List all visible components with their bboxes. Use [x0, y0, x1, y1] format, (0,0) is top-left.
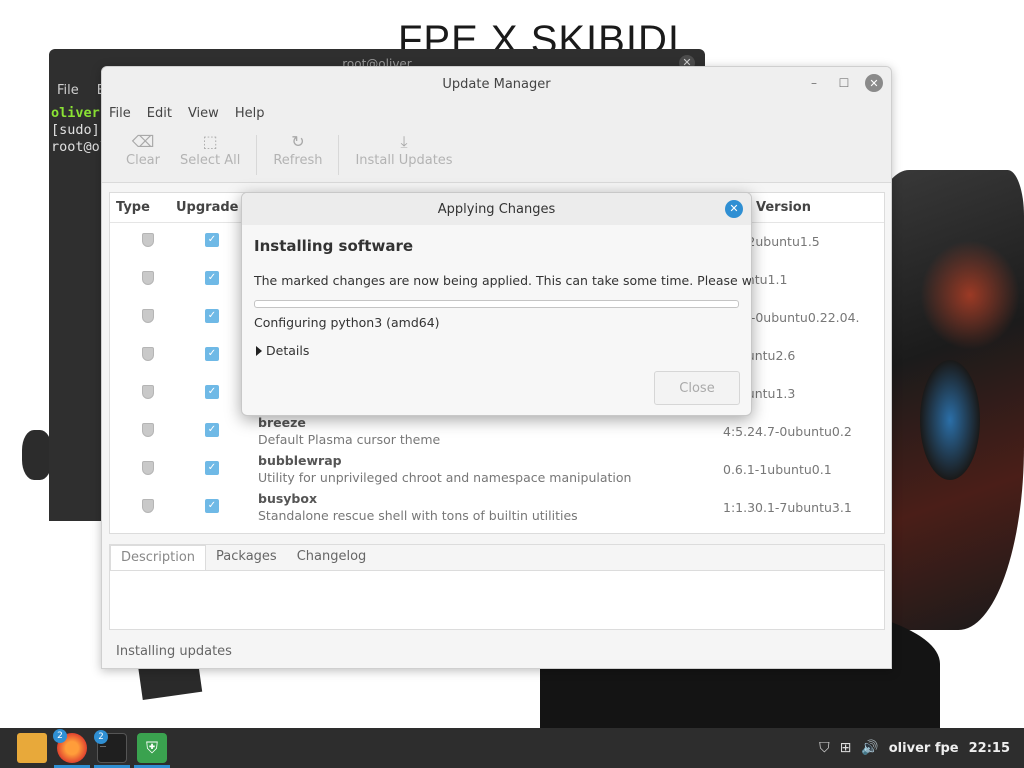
shield-icon [142, 461, 154, 475]
table-row[interactable]: ✓ busybox Standalone rescue shell with t… [110, 491, 884, 529]
wallpaper-accent-red [920, 240, 1020, 350]
maximize-icon[interactable]: ☐ [835, 74, 853, 92]
dialog-titlebar[interactable]: Applying Changes ✕ [242, 193, 751, 225]
download-icon: ⤓ [400, 132, 408, 151]
menu-edit[interactable]: Edit [147, 106, 172, 121]
taskbar: 2 _ 2 ⛨ ⛉ ⊞ 🔊 oliver fpe 22:15 [0, 728, 1024, 768]
refresh-button[interactable]: ↻ Refresh [263, 131, 332, 168]
window-controls: – ☐ ✕ [805, 74, 883, 92]
clear-button[interactable]: ⌫ Clear [116, 131, 170, 168]
package-description: Standalone rescue shell with tons of bui… [258, 508, 578, 523]
window-title: Update Manager [442, 76, 551, 92]
install-updates-label: Install Updates [355, 153, 453, 168]
table-row[interactable]: ✓ bubblewrap Utility for unprivileged ch… [110, 453, 884, 491]
package-name: breeze [258, 415, 306, 430]
shield-icon [142, 499, 154, 513]
toolbar-separator [338, 135, 340, 175]
close-icon[interactable]: ✕ [865, 74, 883, 92]
desktop: FPE X SKIBIDI root@oliver ✕ File E olive… [0, 0, 1024, 728]
details-label: Details [266, 343, 310, 358]
package-description: Utility for unprivileged chroot and name… [258, 470, 632, 485]
files-app-icon[interactable] [17, 733, 47, 763]
package-version: 4:5.24.7-0ubuntu0.2 [723, 424, 852, 439]
progress-status: Configuring python3 (amd64) [254, 315, 440, 330]
toolbar-separator [256, 135, 258, 175]
package-name: busybox [258, 491, 318, 506]
dialog-title: Applying Changes [437, 201, 556, 217]
upgrade-checkbox[interactable]: ✓ [205, 385, 219, 399]
select-all-icon: ⬚ [202, 132, 218, 151]
applying-changes-dialog[interactable]: Applying Changes ✕ Installing software T… [241, 192, 752, 416]
shield-icon [142, 347, 154, 361]
firefox-app-icon[interactable]: 2 [53, 729, 87, 763]
toolbar: ⌫ Clear ⬚ Select All ↻ Refresh ⤓ Install… [102, 125, 891, 183]
package-version: 0.6.1-1ubuntu0.1 [723, 462, 832, 477]
terminal-window-count: 2 [94, 730, 108, 744]
column-upgrade[interactable]: Upgrade [176, 200, 238, 215]
package-name: bubblewrap [258, 453, 342, 468]
package-version: 1:1.30.1-7ubuntu3.1 [723, 500, 852, 515]
upgrade-checkbox[interactable]: ✓ [205, 347, 219, 361]
column-version[interactable]: Version [756, 200, 811, 215]
details-tabs: Description Packages Changelog [110, 545, 884, 571]
tab-description[interactable]: Description [110, 545, 207, 570]
firefox-window-count: 2 [53, 729, 67, 743]
column-type[interactable]: Type [116, 200, 150, 215]
select-all-label: Select All [180, 153, 241, 168]
tab-changelog[interactable]: Changelog [287, 545, 377, 570]
select-all-button[interactable]: ⬚ Select All [170, 131, 250, 168]
shield-tray-icon[interactable]: ⛉ [819, 740, 830, 756]
upgrade-checkbox[interactable]: ✓ [205, 461, 219, 475]
status-bar: Installing updates [116, 644, 232, 659]
close-button[interactable]: Close [654, 371, 740, 405]
upgrade-checkbox[interactable]: ✓ [205, 309, 219, 323]
shield-icon [142, 271, 154, 285]
shield-icon [142, 423, 154, 437]
update-manager-titlebar[interactable]: Update Manager – ☐ ✕ [102, 67, 891, 101]
refresh-icon: ↻ [291, 132, 305, 151]
volume-icon[interactable]: 🔊 [861, 740, 878, 756]
menu-help[interactable]: Help [235, 106, 265, 121]
wallpaper-figure-left [22, 430, 52, 480]
install-updates-button[interactable]: ⤓ Install Updates [345, 131, 462, 168]
dialog-message: The marked changes are now being applied… [254, 273, 752, 288]
details-expander[interactable]: Details [256, 343, 309, 358]
shield-icon [142, 309, 154, 323]
network-icon[interactable]: ⊞ [840, 740, 852, 756]
menubar: File Edit View Help [102, 101, 891, 125]
terminal-app-icon[interactable]: _ 2 [94, 730, 127, 763]
shield-icon [142, 385, 154, 399]
user-name[interactable]: oliver fpe [889, 741, 959, 756]
menu-view[interactable]: View [188, 106, 219, 121]
minimize-icon[interactable]: – [805, 74, 823, 92]
details-pane: Description Packages Changelog [109, 544, 885, 630]
upgrade-checkbox[interactable]: ✓ [205, 423, 219, 437]
shield-icon [142, 233, 154, 247]
wallpaper-accent-blue [920, 360, 980, 480]
expander-arrow-icon [256, 345, 262, 356]
menu-file[interactable]: File [109, 106, 131, 121]
clear-label: Clear [126, 153, 160, 168]
refresh-label: Refresh [273, 153, 323, 168]
clear-icon: ⌫ [131, 132, 155, 151]
update-manager-app-icon[interactable]: ⛨ [137, 733, 167, 763]
dialog-close-icon[interactable]: ✕ [725, 200, 743, 218]
terminal-menu-file[interactable]: File [57, 83, 79, 98]
clock[interactable]: 22:15 [969, 741, 1010, 756]
system-tray: ⛉ ⊞ 🔊 oliver fpe 22:15 [819, 728, 1010, 768]
dialog-heading: Installing software [254, 237, 414, 255]
upgrade-checkbox[interactable]: ✓ [205, 271, 219, 285]
tab-packages[interactable]: Packages [206, 545, 287, 570]
upgrade-checkbox[interactable]: ✓ [205, 233, 219, 247]
package-description: Default Plasma cursor theme [258, 432, 441, 447]
upgrade-checkbox[interactable]: ✓ [205, 499, 219, 513]
progress-bar [254, 300, 739, 308]
table-row[interactable]: ✓ breeze Default Plasma cursor theme 4:5… [110, 415, 884, 453]
